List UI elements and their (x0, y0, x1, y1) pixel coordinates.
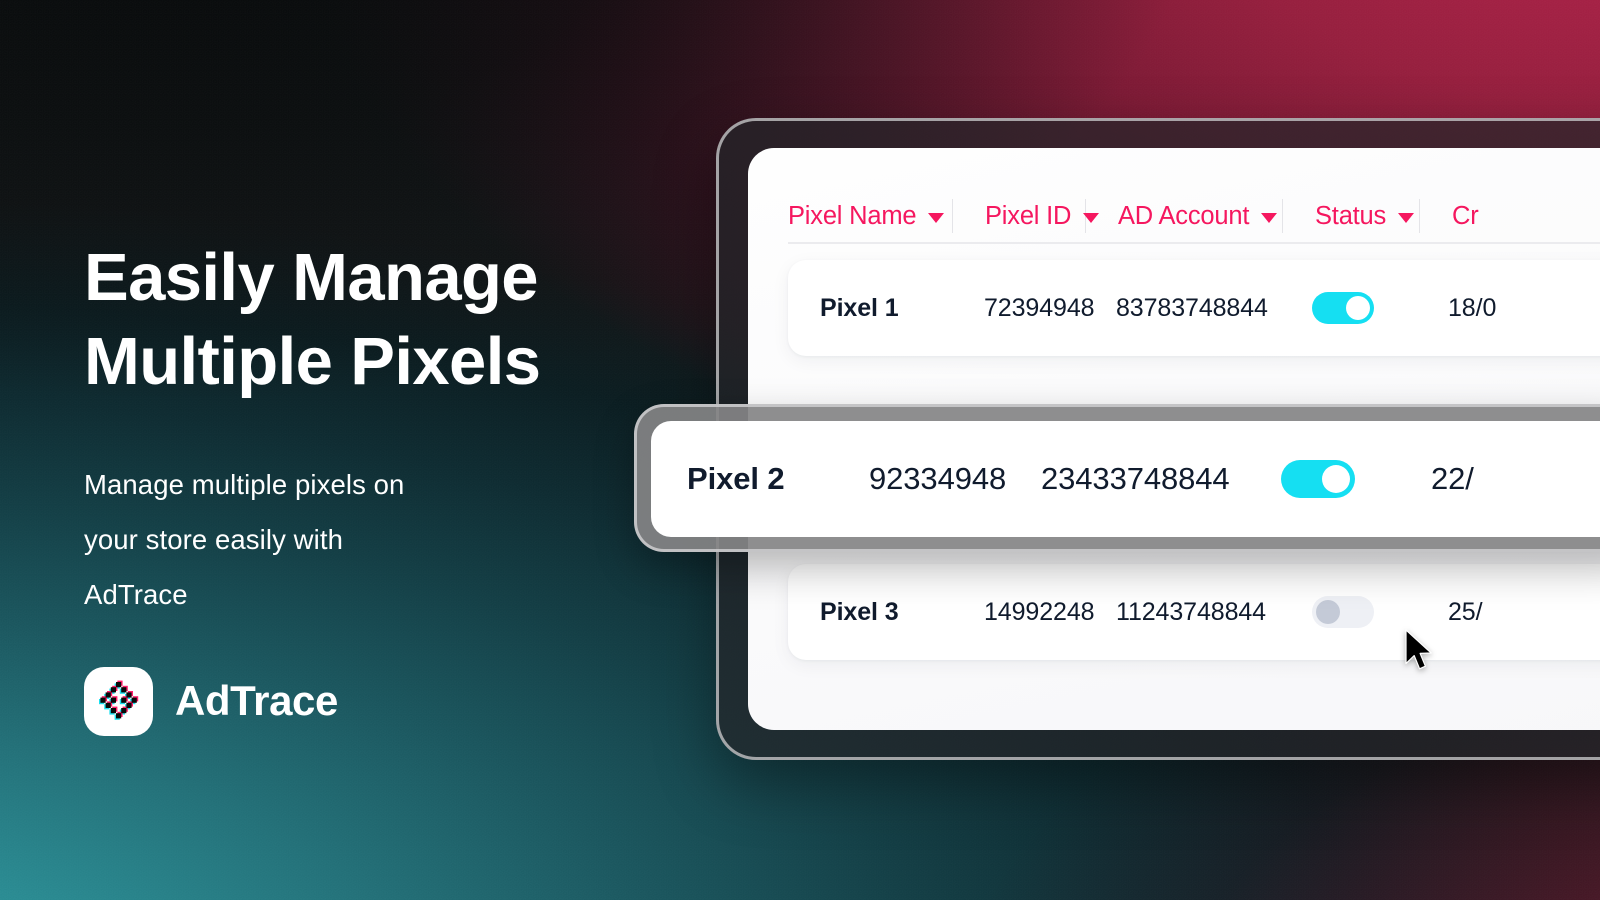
adtrace-logo-icon (84, 666, 153, 736)
cell-ad-account: 11243748844 (1116, 597, 1266, 626)
cell-pixel-name: Pixel 1 (820, 293, 899, 322)
promo-banner: Easily Manage Multiple Pixels Manage mul… (0, 0, 1600, 900)
column-header-label: Pixel ID (985, 201, 1072, 230)
cell-pixel-name: Pixel 3 (820, 597, 899, 626)
column-header-label: Status (1315, 201, 1387, 230)
table-header-row: Pixel Name Pixel ID AD Account Status Cr (748, 148, 1600, 240)
cell-status (1280, 596, 1416, 628)
cell-pixel-id: 14992248 (984, 597, 1095, 626)
cell-created-date: 18/0 (1448, 293, 1497, 322)
column-header-label: Cr (1452, 201, 1479, 230)
column-header-pixel-id[interactable]: Pixel ID (953, 201, 1100, 231)
column-header-label: Pixel Name (788, 201, 917, 230)
pixel-diamond-icon (98, 680, 138, 721)
column-header-created[interactable]: Cr (1420, 202, 1479, 231)
hero-copy: Easily Manage Multiple Pixels Manage mul… (84, 236, 704, 736)
column-header-pixel-name[interactable]: Pixel Name (788, 202, 952, 231)
table-row[interactable]: Pixel 2 92334948 23433748844 22/ (651, 421, 1600, 537)
toggle-knob (1316, 600, 1340, 624)
toggle-knob (1322, 465, 1350, 493)
cell-pixel-id: 72394948 (984, 293, 1095, 322)
chevron-down-icon[interactable] (1398, 212, 1415, 223)
page-title: Easily Manage Multiple Pixels (84, 240, 541, 400)
cell-created-date: 25/ (1448, 597, 1483, 626)
table-row[interactable]: Pixel 3 14992248 11243748844 25/ (788, 564, 1600, 660)
highlighted-row-frame: Pixel 2 92334948 23433748844 22/ (634, 404, 1600, 552)
column-header-label: AD Account (1118, 201, 1250, 230)
column-header-ad-account[interactable]: AD Account (1086, 202, 1282, 231)
status-toggle[interactable] (1281, 460, 1355, 498)
cell-status (1280, 292, 1416, 324)
toggle-knob (1346, 296, 1370, 320)
column-header-status[interactable]: Status (1283, 202, 1419, 231)
brand-wordmark: AdTrace (175, 677, 338, 725)
table-header-rule (788, 242, 1600, 244)
cell-created-date: 22/ (1431, 461, 1474, 496)
table-row[interactable]: Pixel 1 72394948 83783748844 18/0 (788, 260, 1600, 356)
brand-lockup: AdTrace (84, 666, 704, 736)
cell-pixel-name: Pixel 2 (687, 461, 785, 496)
chevron-down-icon[interactable] (1261, 212, 1278, 223)
status-toggle[interactable] (1312, 292, 1374, 324)
cell-pixel-id: 92334948 (869, 461, 1007, 496)
cell-ad-account: 23433748844 (1041, 461, 1230, 496)
cell-ad-account: 83783748844 (1116, 293, 1268, 322)
hero-subtitle: Manage multiple pixels on your store eas… (84, 468, 405, 610)
chevron-down-icon[interactable] (928, 212, 945, 223)
cell-status (1245, 460, 1397, 498)
status-toggle[interactable] (1312, 596, 1374, 628)
